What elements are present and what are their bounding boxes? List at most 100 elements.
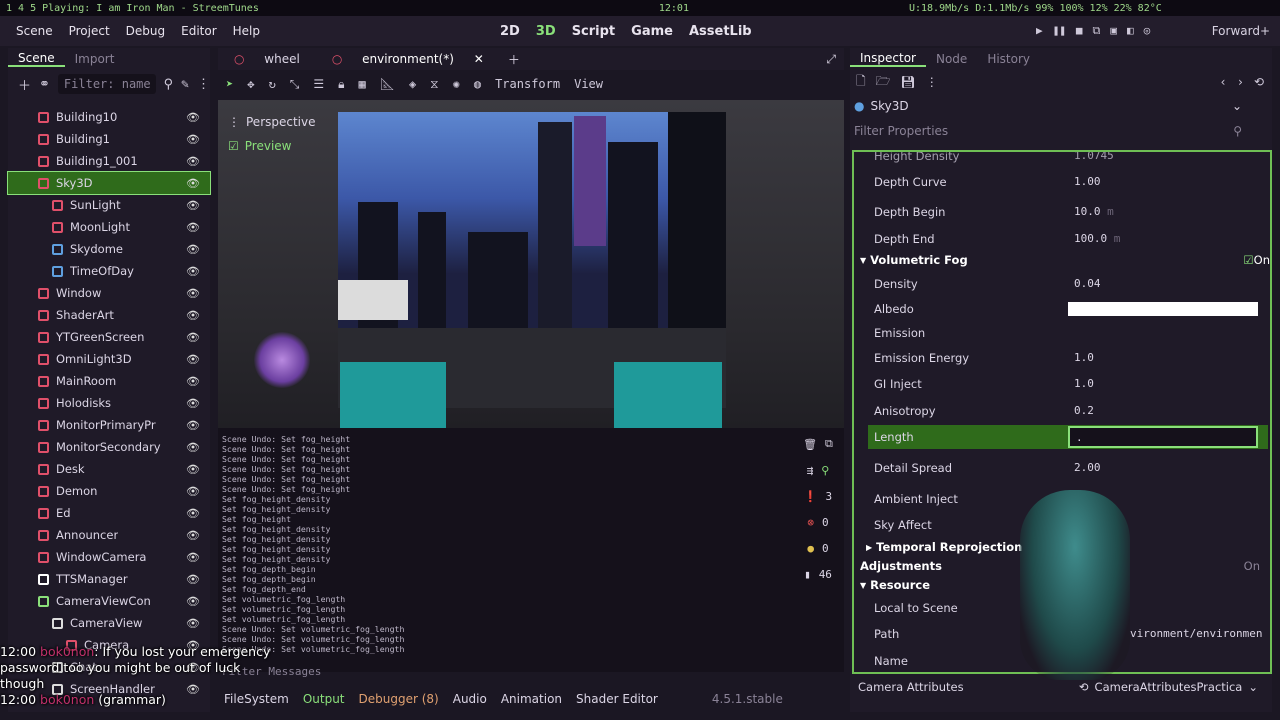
visibility-icon[interactable]: 👁︎ — [186, 155, 200, 168]
property-value[interactable]: 0.04 — [1068, 274, 1258, 294]
visibility-icon[interactable]: 👁︎ — [186, 617, 200, 630]
revert-icon[interactable]: ⟲ — [1079, 680, 1089, 694]
menu-scene[interactable]: Scene — [16, 24, 53, 38]
scene-tree-node[interactable]: Window 👁︎ — [8, 282, 210, 304]
visibility-icon[interactable]: 👁︎ — [186, 353, 200, 366]
snap-icon[interactable]: ⧖ — [430, 77, 438, 92]
visibility-icon[interactable]: 👁︎ — [186, 463, 200, 476]
scene-tree-node[interactable]: MonitorSecondary 👁︎ — [8, 436, 210, 458]
visibility-icon[interactable]: 👁︎ — [186, 265, 200, 278]
renderer-select[interactable]: Forward+ — [1212, 24, 1270, 38]
stop-icon[interactable]: ■ — [1076, 24, 1083, 38]
scene-tree-node[interactable]: Skydome 👁︎ — [8, 238, 210, 260]
group-icon[interactable]: ▦ — [358, 77, 365, 91]
chevron-down-icon[interactable]: ⌄ — [1248, 680, 1258, 694]
distraction-free-icon[interactable]: ⤢ — [818, 52, 844, 67]
back-icon[interactable]: ‹ — [1219, 75, 1226, 89]
kebab-menu-icon[interactable]: ⋮ — [926, 75, 938, 89]
visibility-icon[interactable]: 👁︎ — [186, 485, 200, 498]
scene-tree-node[interactable]: CameraViewCon 👁︎ — [8, 590, 210, 612]
tab-animation[interactable]: Animation — [501, 692, 562, 706]
visibility-icon[interactable]: 👁︎ — [186, 243, 200, 256]
workspace-game[interactable]: Game — [631, 24, 673, 39]
visibility-icon[interactable]: 👁︎ — [186, 397, 200, 410]
play-scene-icon[interactable]: ▣ — [1110, 24, 1117, 38]
scene-tree-node[interactable]: TTSManager 👁︎ — [8, 568, 210, 590]
workspace-assetlib[interactable]: AssetLib — [689, 24, 752, 39]
error2-filter[interactable]: ⊗ 0 — [807, 512, 828, 532]
visibility-icon[interactable]: 👁︎ — [186, 551, 200, 564]
visibility-icon[interactable]: 👁︎ — [186, 331, 200, 344]
add-node-icon[interactable]: ＋ — [18, 75, 31, 94]
property-value[interactable]: 2.00 — [1068, 458, 1258, 478]
workspace-script[interactable]: Script — [572, 24, 615, 39]
tab-node[interactable]: Node — [926, 52, 977, 66]
workspace-2d[interactable]: 2D — [500, 24, 520, 39]
visibility-icon[interactable]: 👁︎ — [186, 111, 200, 124]
scene-tree-node[interactable]: Desk 👁︎ — [8, 458, 210, 480]
error-filter[interactable]: ❗ 3 — [804, 486, 832, 506]
visibility-icon[interactable]: 👁︎ — [186, 177, 200, 190]
visibility-icon[interactable]: 👁︎ — [186, 573, 200, 586]
tab-environment[interactable]: ○ environment(*) ✕ — [316, 52, 500, 66]
visibility-icon[interactable]: 👁︎ — [186, 595, 200, 608]
search-icon[interactable]: ⚲ — [821, 464, 829, 477]
3d-viewport[interactable]: ⋮ Perspective ☑ Preview — [218, 100, 844, 478]
tab-wheel[interactable]: ○ wheel — [218, 52, 316, 66]
visibility-icon[interactable]: 👁︎ — [186, 287, 200, 300]
property-value[interactable]: 100.0 m — [1068, 229, 1258, 249]
scene-tree-node[interactable]: OmniLight3D 👁︎ — [8, 348, 210, 370]
scene-tree-node[interactable]: WindowCamera 👁︎ — [8, 546, 210, 568]
visibility-icon[interactable]: 👁︎ — [186, 133, 200, 146]
tab-scene[interactable]: Scene — [8, 51, 65, 67]
sun-preview-icon[interactable]: ✺ — [453, 77, 460, 91]
property-emission[interactable]: Emission — [868, 321, 1268, 345]
scene-tree-node[interactable]: ShaderArt 👁︎ — [8, 304, 210, 326]
visibility-icon[interactable]: 👁︎ — [186, 507, 200, 520]
section-temporal-reprojection[interactable]: ▶ Temporal Reprojection — [860, 538, 1022, 556]
transform-menu[interactable]: Transform — [495, 77, 560, 91]
property-value[interactable]: 1.00 — [1068, 172, 1258, 192]
workspace-3d[interactable]: 3D — [536, 24, 556, 39]
filter-properties-input[interactable]: Filter Properties ⚲ — [850, 118, 1272, 144]
env-preview-icon[interactable]: ◍ — [474, 77, 481, 91]
save-icon[interactable]: 💾︎ — [901, 75, 916, 89]
history-icon[interactable]: ⟲ — [1254, 75, 1264, 89]
scene-tree-node[interactable]: TimeOfDay 👁︎ — [8, 260, 210, 282]
property-value[interactable]: 1.0 — [1068, 348, 1258, 368]
visibility-icon[interactable]: 👁︎ — [186, 375, 200, 388]
rotate-tool-icon[interactable]: ↻ — [268, 77, 275, 91]
close-icon[interactable]: ✕ — [466, 52, 492, 66]
property-depth-curve[interactable]: Depth Curve 1.00 — [868, 170, 1268, 194]
property-anisotropy[interactable]: Anisotropy 0.2 — [868, 399, 1268, 423]
property-depth-end[interactable]: Depth End 100.0 m — [868, 227, 1268, 251]
script-icon[interactable]: ✎ — [181, 77, 189, 92]
menu-project[interactable]: Project — [69, 24, 110, 38]
property-emission-energy[interactable]: Emission Energy 1.0 — [868, 346, 1268, 370]
section-volumetric-fog[interactable]: ▼ Volumetric Fog ☑ On — [860, 251, 1270, 269]
pause-icon[interactable]: ❚❚ — [1053, 24, 1066, 38]
property-value[interactable]: 1.0 — [1068, 374, 1258, 394]
scene-tree-node[interactable]: Holodisks 👁︎ — [8, 392, 210, 414]
ruler-icon[interactable]: 📐︎ — [380, 77, 395, 91]
property-depth-begin[interactable]: Depth Begin 10.0 m — [868, 200, 1268, 224]
visibility-icon[interactable]: 👁︎ — [186, 441, 200, 454]
menu-editor[interactable]: Editor — [181, 24, 217, 38]
list-select-icon[interactable]: ☰ — [313, 77, 324, 91]
property-length[interactable]: Length. — [868, 425, 1268, 449]
visibility-icon[interactable]: 👁︎ — [186, 221, 200, 234]
menu-help[interactable]: Help — [233, 24, 260, 38]
lock-icon[interactable]: 🔒︎ — [338, 77, 344, 92]
scene-tree-node[interactable]: MainRoom 👁︎ — [8, 370, 210, 392]
property-density[interactable]: Density 0.04 — [868, 272, 1268, 296]
tab-inspector[interactable]: Inspector — [850, 51, 926, 67]
workspace-indicator[interactable]: 1 4 5 — [6, 3, 36, 14]
forward-icon[interactable]: › — [1237, 75, 1244, 89]
perspective-menu[interactable]: ⋮ Perspective — [228, 110, 324, 134]
filter-messages-input[interactable]: Filter Messages — [222, 662, 792, 682]
copy-icon[interactable]: ⧉ — [825, 437, 833, 451]
property-value[interactable]: CameraAttributesPractica — [1095, 680, 1243, 694]
warning-filter[interactable]: ● 0 — [807, 538, 828, 558]
property-value[interactable] — [1068, 302, 1258, 316]
select-tool-icon[interactable]: ➤ — [226, 77, 233, 91]
